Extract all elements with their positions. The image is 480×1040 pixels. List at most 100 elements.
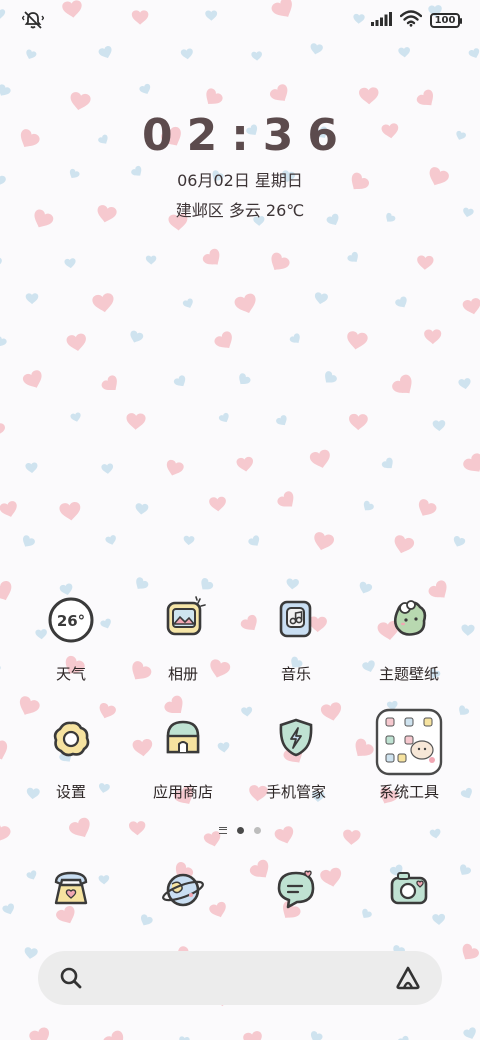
settings-icon [53,721,90,757]
app-security[interactable]: 手机管家 [241,708,351,802]
app-system-tools-folder[interactable]: 系统工具 [354,708,464,802]
wallpaper-heart [23,946,39,960]
wallpaper-heart [69,411,83,423]
wallpaper-heart [236,456,255,473]
wallpaper-heart [65,332,88,353]
wallpaper-heart [0,83,12,99]
status-bar: 100 [0,0,480,40]
wallpaper-heart [268,82,293,106]
page-dot-active [237,826,244,834]
wallpaper-heart [97,45,115,61]
wallpaper-heart [358,87,379,105]
wallpaper-heart [424,329,442,345]
wallpaper-heart [457,942,480,965]
app-label: 应用商店 [152,783,213,801]
search-bar[interactable] [38,951,442,1005]
wallpaper-heart [462,1026,479,1040]
wallpaper-heart [101,1028,130,1040]
wallpaper-heart [275,489,299,513]
clock-widget[interactable]: 02:36 06月02日 星期日 建邺区 多云 26℃ [0,110,480,221]
wallpaper-heart [127,329,145,345]
wallpaper-heart [0,500,20,520]
wallpaper-heart [21,368,46,392]
search-icon[interactable] [58,965,84,995]
wallpaper-heart [138,82,153,97]
wallpaper-heart [285,578,300,590]
wallpaper-heart [134,502,149,516]
wallpaper-heart [308,1030,324,1040]
wallpaper-heart [360,499,375,514]
wallpaper-heart [461,451,480,478]
wallpaper-heart [233,292,260,317]
svg-text:26°: 26° [57,612,85,630]
wallpaper-heart [390,372,418,400]
app-store-icon [166,720,200,754]
app-settings[interactable]: 设置 [16,708,126,802]
wallpaper-heart [0,986,1,1002]
wallpaper-heart [58,501,82,522]
dock-phone[interactable] [16,858,126,928]
assistant-icon[interactable] [394,964,422,996]
wallpaper-heart [201,86,225,110]
gallery-icon [166,596,206,636]
wallpaper-heart [25,462,39,474]
wallpaper-heart [415,87,439,111]
browser-icon [162,873,204,907]
camera-icon [390,872,428,905]
app-theme[interactable]: 主题壁纸 [354,590,464,684]
wallpaper-heart [24,48,38,61]
dock-messages[interactable] [241,858,351,928]
clock-weather: 建邺区 多云 26℃ [175,201,305,220]
wallpaper-heart [467,47,480,60]
wallpaper-heart [247,534,263,549]
dock-browser[interactable] [128,858,238,928]
wallpaper-heart [0,256,3,270]
wallpaper-heart [345,330,369,352]
security-icon [279,718,313,757]
wallpaper-heart [218,411,232,425]
wallpaper-heart [104,534,118,547]
wallpaper-heart [145,255,157,265]
wallpaper-heart [396,1034,412,1040]
system-tools-folder-icon [375,708,443,776]
wallpaper-heart [0,335,8,349]
wallpaper-heart [321,369,339,387]
wallpaper-heart [313,291,329,306]
app-music[interactable]: 音乐 [241,590,351,684]
app-weather[interactable]: 26° 天气 [16,590,126,684]
wallpaper-heart [27,1026,53,1040]
wallpaper-heart [308,448,333,471]
wallpaper-heart [266,250,292,276]
wallpaper-heart [101,463,114,475]
battery-indicator: 100 [430,13,462,28]
wallpaper-heart [208,496,227,512]
app-label: 主题壁纸 [378,665,439,683]
wallpaper-heart [346,250,362,266]
wallpaper-heart [394,295,410,311]
wallpaper-heart [212,329,237,354]
wallpaper-heart [64,257,77,269]
weather-icon: 26° [48,597,94,643]
wallpaper-heart [432,419,446,432]
wallpaper-heart [0,420,6,439]
app-store[interactable]: 应用商店 [128,708,238,802]
music-icon [279,600,312,638]
app-row-2: 设置 应用商店 手机管家 系统工具 [0,708,480,818]
wallpaper-heart [457,377,472,391]
theme-icon [393,600,427,636]
dock-camera[interactable] [354,858,464,928]
signal-bars-icon [370,11,392,31]
mute-vibrate-icon [21,10,45,34]
wallpaper-heart [391,534,416,556]
wallpaper-heart [91,292,116,314]
app-label: 设置 [55,783,86,801]
wallpaper-heart [182,297,195,310]
wallpaper-heart [68,91,92,113]
app-gallery[interactable]: 相册 [128,590,238,684]
wallpaper-heart [163,458,185,479]
wallpaper-heart [461,297,480,317]
page-indicator[interactable] [0,823,480,837]
wallpaper-heart [251,51,263,62]
app-row-1: 26° 天气 相册 音乐 主题壁纸 [0,590,480,700]
wifi-icon [399,10,423,31]
